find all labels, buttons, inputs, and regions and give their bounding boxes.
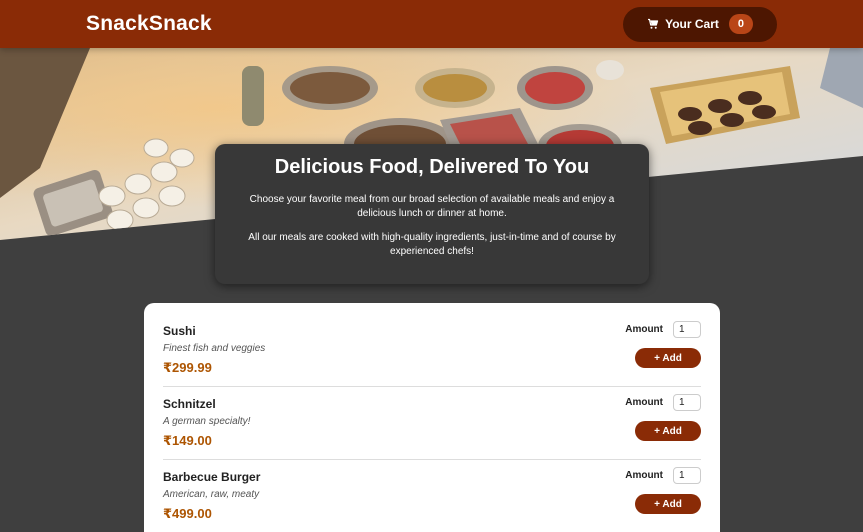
amount-row: Amount <box>625 321 701 338</box>
meal-item: Barbecue Burger American, raw, meaty ₹49… <box>163 461 701 532</box>
meal-description: American, raw, meaty <box>163 489 260 500</box>
add-button[interactable]: + Add <box>635 494 701 514</box>
meal-item: Sushi Finest fish and veggies ₹299.99 Am… <box>163 315 701 387</box>
amount-label: Amount <box>625 397 663 408</box>
meal-name: Sushi <box>163 324 196 338</box>
brand-logo: SnackSnack <box>86 12 212 35</box>
amount-row: Amount <box>625 467 701 484</box>
amount-label: Amount <box>625 324 663 335</box>
add-button[interactable]: + Add <box>635 421 701 441</box>
app-header: SnackSnack Your Cart 0 <box>0 0 863 48</box>
amount-input[interactable] <box>673 467 701 484</box>
meal-price: ₹499.00 <box>163 506 212 521</box>
meals-list: Sushi Finest fish and veggies ₹299.99 Am… <box>144 303 720 532</box>
shopping-cart-icon <box>647 18 659 30</box>
summary-title: Delicious Food, Delivered To You <box>274 156 590 178</box>
meal-description: Finest fish and veggies <box>163 343 266 354</box>
amount-input[interactable] <box>673 321 701 338</box>
meal-name: Schnitzel <box>163 397 216 411</box>
meal-price: ₹299.99 <box>163 360 212 375</box>
amount-input[interactable] <box>673 394 701 411</box>
cart-label: Your Cart <box>665 17 719 31</box>
meal-name: Barbecue Burger <box>163 470 261 484</box>
summary-paragraph-1: Choose your favorite meal from our broad… <box>249 194 615 219</box>
meal-description: A german specialty! <box>163 416 251 427</box>
meal-price: ₹149.00 <box>163 433 212 448</box>
cart-button[interactable]: Your Cart 0 <box>623 6 777 42</box>
meal-item: Schnitzel A german specialty! ₹149.00 Am… <box>163 388 701 460</box>
cart-count-badge: 0 <box>728 14 753 34</box>
summary-paragraph-2: All our meals are cooked with high-quali… <box>248 232 616 257</box>
amount-row: Amount <box>625 394 701 411</box>
add-button[interactable]: + Add <box>635 348 701 368</box>
summary-card: Delicious Food, Delivered To You Choose … <box>215 144 649 284</box>
amount-label: Amount <box>625 470 663 481</box>
